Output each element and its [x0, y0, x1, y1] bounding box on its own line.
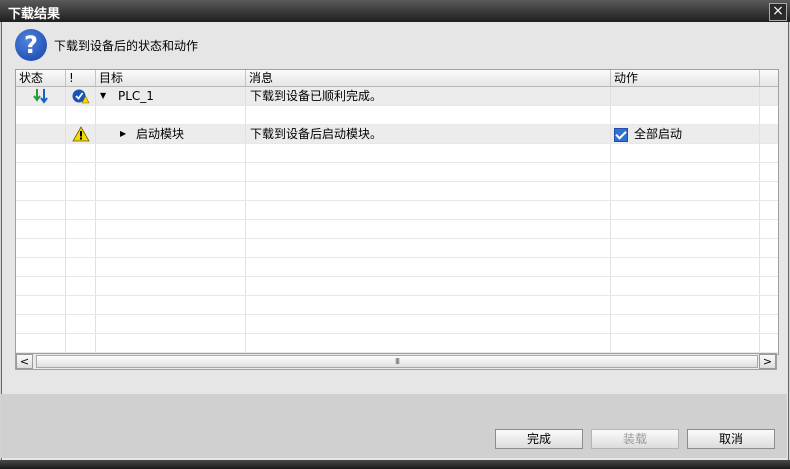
scroll-right-button[interactable]: >: [759, 354, 776, 369]
table-row: [16, 220, 778, 239]
results-table: 状态 ! 目标 消息 动作 ▼ PLC_1 下载到设备已顺利完成。 ▶ 启动模块…: [15, 69, 779, 355]
download-arrows-icon: [33, 89, 48, 104]
window-title: 下载结果: [8, 7, 61, 22]
action-cell: [611, 87, 760, 105]
scroll-thumb[interactable]: III: [36, 355, 758, 368]
table-row: [16, 182, 778, 201]
table-row[interactable]: ▼ PLC_1 下载到设备已顺利完成。: [16, 87, 778, 106]
scroll-left-button[interactable]: <: [16, 354, 33, 369]
finish-button[interactable]: 完成: [495, 429, 583, 449]
title-bar: 下载结果 ×: [0, 0, 790, 22]
table-row: [16, 315, 778, 334]
table-row: [16, 258, 778, 277]
horizontal-scrollbar[interactable]: < III >: [15, 353, 777, 370]
start-all-label[interactable]: 全部启动: [634, 127, 682, 141]
table-rows: ▼ PLC_1 下载到设备已顺利完成。 ▶ 启动模块 下载到设备后启动模块。 全…: [16, 87, 778, 354]
table-row: [16, 277, 778, 296]
column-header-status[interactable]: 状态: [16, 70, 66, 86]
table-row: [16, 296, 778, 315]
message-text: 下载到设备已顺利完成。: [246, 87, 611, 105]
table-row: [16, 106, 778, 125]
table-row: [16, 334, 778, 353]
check-ok-icon: [72, 89, 90, 104]
load-button: 装载: [591, 429, 679, 449]
collapse-toggle-icon[interactable]: ▼: [100, 87, 106, 105]
column-header-action[interactable]: 动作: [611, 70, 760, 86]
column-headers: 状态 ! 目标 消息 动作: [16, 70, 778, 87]
window-bottom-border: [0, 460, 790, 469]
target-name: 启动模块: [136, 127, 185, 141]
table-row: [16, 239, 778, 258]
cancel-button[interactable]: 取消: [687, 429, 775, 449]
action-cell: 全部启动: [611, 125, 760, 143]
table-row[interactable]: ▶ 启动模块 下载到设备后启动模块。 全部启动: [16, 125, 778, 144]
expand-toggle-icon[interactable]: ▶: [120, 125, 126, 143]
table-row: [16, 201, 778, 220]
message-text: 下载到设备后启动模块。: [246, 125, 611, 143]
column-header-target[interactable]: 目标: [96, 70, 246, 86]
close-button[interactable]: ×: [769, 3, 787, 21]
header-text: 下载到设备后的状态和动作: [54, 39, 199, 53]
warning-icon: [72, 126, 90, 142]
question-icon: ?: [15, 29, 47, 61]
table-row: [16, 144, 778, 163]
start-all-checkbox[interactable]: [614, 127, 628, 142]
target-name: PLC_1: [118, 89, 154, 103]
table-row: [16, 163, 778, 182]
column-header-flag[interactable]: !: [66, 70, 96, 86]
column-header-message[interactable]: 消息: [246, 70, 611, 86]
